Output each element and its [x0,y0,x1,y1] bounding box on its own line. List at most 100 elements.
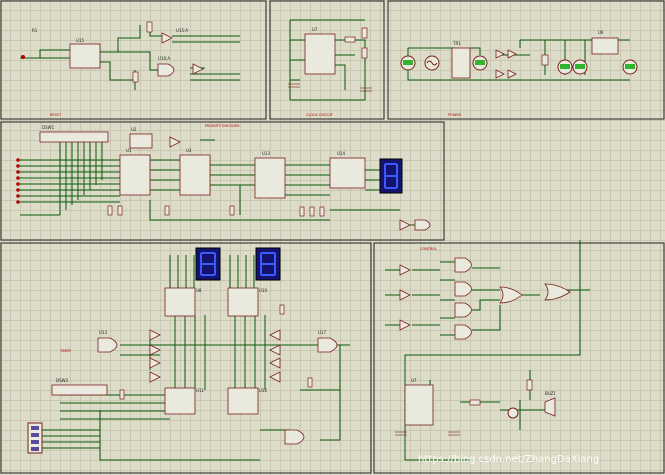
svg-text:U10: U10 [259,288,267,293]
inverter-u14c[interactable] [399,319,411,331]
panel-control-logic[interactable] [373,242,665,474]
inverter-gate-3[interactable] [399,219,411,231]
svg-text:U15: U15 [76,38,84,43]
panel-label-pulse: RESET [50,113,62,117]
inverter-gate-2[interactable] [192,63,204,75]
transistor-q1[interactable] [507,407,519,419]
ic-u2[interactable] [129,133,153,149]
svg-text:U2: U2 [131,127,137,132]
svg-text:U1: U1 [126,148,132,153]
input-button-2[interactable] [16,164,20,168]
panel-label-encoder: PRIORITY ENCODER [205,124,240,128]
svg-text:U15:A: U15:A [176,28,188,33]
input-button-8[interactable] [16,200,20,204]
ic-555-u17[interactable] [404,384,434,426]
svg-text:U11: U11 [196,388,204,393]
timer-display-circuit: U8 U10 U11 U12 U13 U17 DSW2 [27,247,350,461]
resistor-bank-1[interactable] [107,205,113,216]
and-gate-u15b[interactable] [454,281,472,297]
svg-text:U13: U13 [262,151,270,156]
resistor-r7[interactable] [279,304,285,315]
panel-label-power: POWER [448,113,462,117]
and-gate-u15a[interactable] [454,257,472,273]
panel-label-clock: CLOCK CIRCUIT [306,113,334,117]
ic-u4-decoder[interactable] [254,157,286,199]
buffer-array-right [269,329,281,383]
input-button-6[interactable] [16,188,20,192]
svg-text:U6: U6 [598,30,604,35]
regulator-u6[interactable] [591,37,619,55]
resistor-r4[interactable] [361,27,368,39]
svg-text:U13: U13 [99,330,107,335]
svg-text:R1: R1 [32,28,38,33]
panel-pulse-generator[interactable] [0,0,267,120]
nand-gate-u13[interactable] [97,337,118,353]
input-button-1[interactable] [16,158,20,162]
ic-u8-counter[interactable] [164,287,196,317]
svg-text:U7: U7 [411,378,417,383]
diode-d4[interactable] [507,69,517,79]
svg-text:U14: U14 [337,151,345,156]
transformer-tr1[interactable] [451,47,471,79]
and-gate-u16a[interactable] [454,324,472,340]
ic-u3-latch[interactable] [179,154,211,196]
pulse-generator-circuit: U15 R1 U15:A U16:A [20,21,240,90]
schematic-svg: RESET CLOCK CIRCUIT POWER PRIORITY ENCOD… [0,0,665,474]
input-button-7[interactable] [16,194,20,198]
svg-text:U12: U12 [259,388,267,393]
svg-text:U8: U8 [196,288,202,293]
resistor-r10[interactable] [526,379,533,391]
buffer-array-left [149,329,161,383]
nand-gate-u17[interactable] [317,337,338,353]
inverter-u14b[interactable] [399,289,411,301]
ic-u1-encoder[interactable] [119,154,151,196]
resistor-r8[interactable] [307,377,313,388]
resistor-r6[interactable] [119,389,125,400]
ic-u10-counter[interactable] [227,287,259,317]
svg-text:TR1: TR1 [452,41,461,46]
clock-555-circuit: U7 [288,19,372,101]
resistor-r9[interactable] [469,399,481,406]
watermark-text: https://blog.csdn.net/ZhangDaXiang [418,454,599,465]
input-button-3[interactable] [16,170,20,174]
resistor-r2[interactable] [132,71,139,83]
input-button-5[interactable] [16,182,20,186]
input-buttons [16,158,20,204]
resistor-r3[interactable] [344,36,356,43]
capacitor-c3[interactable] [541,54,549,66]
resistor-r5[interactable] [361,47,368,59]
input-connector[interactable] [21,55,25,59]
diode-d2[interactable] [495,69,505,79]
or-gate-u18[interactable] [544,283,571,301]
power-supply-circuit: TR1 U6 [400,30,638,81]
panel-label-control: CONTROL [420,247,437,251]
svg-text:U3: U3 [186,148,192,153]
buffer-gate[interactable] [169,136,181,148]
and-gate-1[interactable] [157,63,175,77]
diode-d1[interactable] [495,49,505,59]
panel-label-timer: TIMER [59,349,71,353]
svg-text:DSW1: DSW1 [42,125,55,130]
ic-555-timer[interactable] [304,33,336,75]
schematic-canvas[interactable]: RESET CLOCK CIRCUIT POWER PRIORITY ENCOD… [0,0,665,475]
inverter-gate-1[interactable] [161,32,173,44]
diode-d3[interactable] [507,49,517,59]
dip-switch-dsw2[interactable] [51,384,108,396]
and-gate-2[interactable] [414,219,431,231]
ic-u11-counter[interactable] [164,387,196,415]
and-gate-3[interactable] [284,429,305,445]
ic-u9-pulse[interactable] [69,43,101,69]
and-gate-u15c[interactable] [454,302,472,318]
ic-u12-counter[interactable] [227,387,259,415]
input-button-4[interactable] [16,176,20,180]
svg-text:BUZ1: BUZ1 [545,391,556,396]
or-gate-u17[interactable] [499,286,523,304]
control-logic-circuit: U7 BUZ1 [385,240,590,461]
dip-switch-dsw1[interactable] [39,131,109,143]
resistor-r1[interactable] [146,21,153,33]
buzzer-buz1[interactable] [544,397,556,417]
svg-text:U7: U7 [312,27,318,32]
svg-text:U16:A: U16:A [158,56,170,61]
ic-u14[interactable] [329,157,366,189]
inverter-u14a[interactable] [399,264,411,276]
